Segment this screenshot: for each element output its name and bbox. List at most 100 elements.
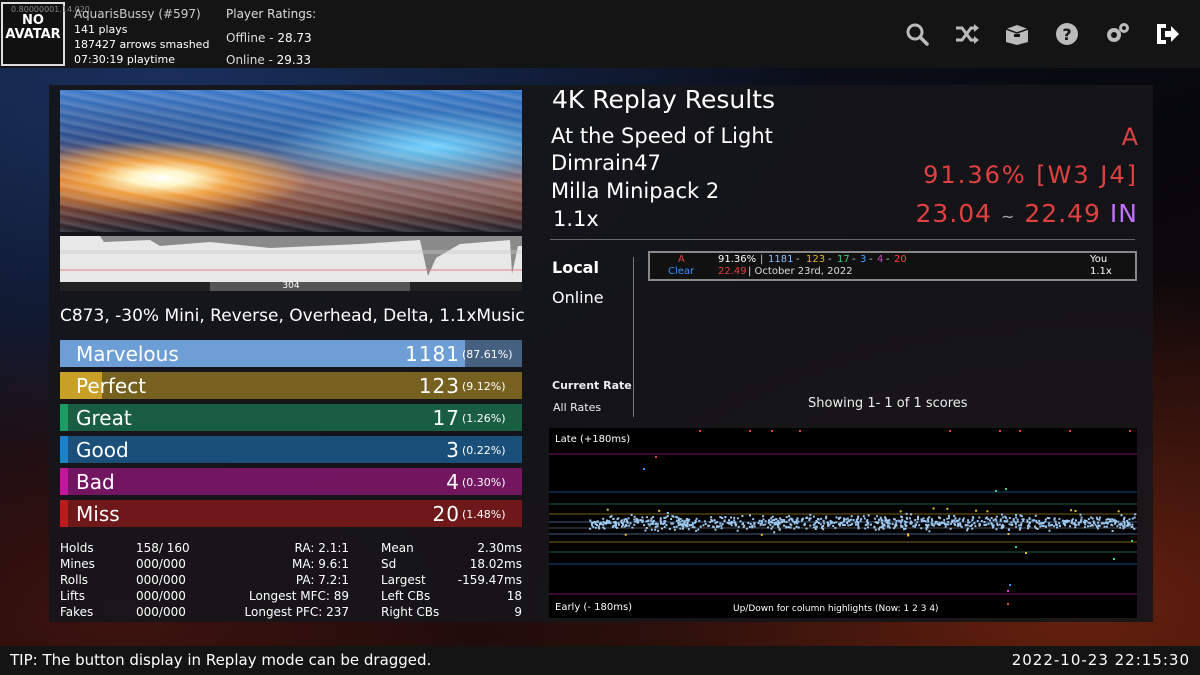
plot-point — [1109, 518, 1111, 521]
plot-point — [687, 528, 690, 531]
plot-point — [710, 518, 713, 521]
plot-point — [903, 520, 906, 523]
plot-point — [670, 518, 673, 520]
plot-point — [1075, 519, 1077, 522]
plot-point — [910, 513, 912, 516]
plot-point — [665, 524, 668, 527]
judgment-percent: (0.22%) — [462, 444, 506, 457]
song-title: At the Speed of Light — [551, 124, 773, 148]
plot-point — [927, 520, 930, 523]
rating-offline-value: 28.73 — [277, 31, 312, 45]
plot-point — [682, 527, 684, 530]
plot-point — [1039, 525, 1042, 528]
settings-icon[interactable] — [1102, 20, 1132, 48]
plot-point — [869, 523, 872, 526]
tab-local[interactable]: Local — [552, 253, 604, 283]
exit-icon[interactable] — [1152, 20, 1182, 48]
plot-point — [788, 515, 790, 518]
stat-label: Holds — [60, 541, 94, 555]
plot-point — [602, 517, 605, 520]
plot-point — [762, 524, 765, 527]
plot-point — [657, 529, 660, 532]
plot-point — [1006, 519, 1009, 522]
plot-point — [805, 517, 808, 519]
plot-point — [945, 523, 948, 526]
stat-value: 158/ 160 — [136, 541, 190, 555]
search-icon[interactable] — [902, 20, 932, 48]
plot-point — [966, 527, 969, 530]
plot-point — [1051, 523, 1054, 526]
plot-point — [675, 525, 678, 528]
plot-point — [909, 522, 912, 525]
plot-point — [862, 515, 865, 518]
plot-point — [643, 524, 646, 527]
score-entry[interactable]: A Clear 91.36% | 1181 - 123 - 17 - 3 - 4… — [648, 251, 1137, 281]
plot-point — [741, 515, 744, 517]
box-icon[interactable] — [1002, 20, 1032, 48]
plot-point — [1069, 525, 1071, 528]
plot-point — [1019, 524, 1022, 527]
shuffle-icon[interactable] — [952, 20, 982, 48]
plot-point — [876, 515, 879, 518]
plot-point — [887, 520, 890, 522]
plot-point — [1005, 516, 1008, 519]
plot-point — [704, 523, 707, 525]
plot-point — [646, 520, 649, 523]
plot-point — [758, 519, 761, 522]
plot-point — [951, 521, 954, 524]
judgment-count: 20 — [432, 502, 460, 526]
plot-point — [934, 520, 937, 523]
stat-value: 000/000 — [136, 557, 186, 571]
profile-name[interactable]: AquarisBussy (#597) — [74, 7, 209, 22]
plot-point — [968, 521, 971, 524]
filter-all-rates[interactable]: All Rates — [553, 401, 601, 414]
plot-point — [624, 533, 627, 536]
plot-point — [1028, 521, 1031, 524]
plot-point — [834, 526, 837, 529]
plot-point — [823, 522, 826, 525]
plot-hint: Up/Down for column highlights (Now: 1 2 … — [733, 604, 939, 614]
plot-point — [843, 520, 846, 523]
plot-point — [1107, 518, 1110, 521]
plot-point — [1102, 522, 1105, 525]
plot-point — [683, 523, 686, 526]
plot-point — [1010, 521, 1013, 524]
svg-text:?: ? — [1062, 25, 1071, 44]
plot-point — [665, 516, 668, 519]
plot-point — [1129, 430, 1131, 432]
plot-point — [992, 524, 995, 527]
plot-point — [695, 517, 698, 520]
stat-label: Largest — [381, 573, 426, 587]
plot-point — [753, 525, 756, 528]
tab-online[interactable]: Online — [552, 283, 604, 313]
plot-point — [778, 521, 781, 524]
help-icon[interactable]: ? — [1052, 20, 1082, 48]
plot-point — [966, 529, 969, 532]
offset-plot[interactable]: Late (+180ms) Early (- 180ms) Up/Down fo… — [549, 428, 1137, 618]
plot-point — [1068, 520, 1070, 523]
plot-point — [773, 531, 776, 534]
judgment-count: 1181 — [405, 342, 460, 366]
plot-point — [1007, 603, 1009, 605]
filter-current-rate[interactable]: Current Rate — [552, 379, 632, 392]
plot-point — [812, 526, 815, 529]
plot-point — [966, 524, 969, 527]
avatar[interactable]: 0.80000001.14.020 NO AVATAR — [1, 2, 90, 66]
scores-count: Showing 1- 1 of 1 scores — [808, 396, 968, 411]
plot-point — [767, 526, 769, 529]
plot-point — [749, 514, 751, 517]
plot-point — [995, 519, 998, 522]
plot-point — [1099, 516, 1101, 519]
plot-point — [777, 526, 780, 528]
plot-point — [596, 524, 598, 526]
plot-point — [882, 523, 885, 526]
plot-point — [1016, 520, 1019, 523]
plot-point — [757, 522, 760, 524]
plot-point — [905, 516, 908, 519]
plot-point — [1127, 524, 1130, 527]
plot-point — [1028, 517, 1031, 520]
plot-point — [1008, 523, 1011, 526]
plot-point — [850, 515, 853, 518]
plot-point — [681, 519, 684, 522]
plot-point — [627, 517, 630, 520]
